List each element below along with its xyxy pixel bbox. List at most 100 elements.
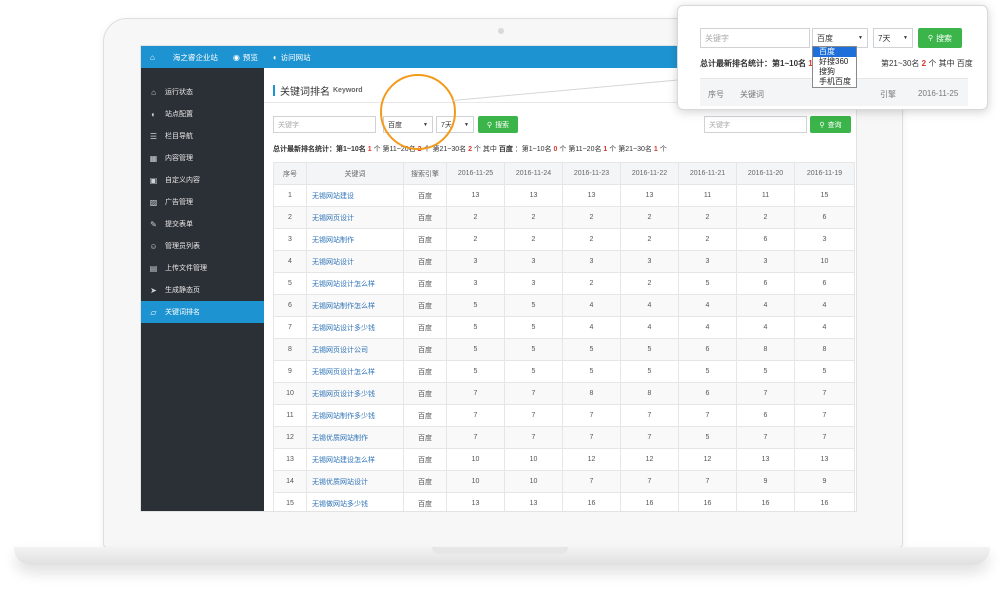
table-row: 5 无锡网站设计怎么样 百度 3 3 2 2 5 6 6 [273, 272, 855, 295]
table-cell: 3 [620, 250, 679, 273]
table-cell: 7 [446, 426, 505, 449]
keyword-link[interactable]: 无锡网页设计怎么样 [306, 360, 404, 383]
site-name-link[interactable]: 海之睿企业站 [173, 52, 218, 63]
stats-count: 2 [468, 146, 472, 153]
table-cell: 11 [678, 184, 737, 207]
table-cell: 7 [794, 404, 855, 427]
table-cell: 6 [678, 338, 737, 361]
popup-days-select[interactable]: 7天 ▼ [873, 28, 913, 48]
keyword-link[interactable]: 无锡网站设计怎么样 [306, 272, 404, 295]
table-cell: 1 [273, 184, 307, 207]
keyword-link[interactable]: 无锡网页设计公司 [306, 338, 404, 361]
keyword-link[interactable]: 无锡做网站多少钱 [306, 492, 404, 511]
sidebar-item[interactable]: ▤ 上传文件管理 [141, 257, 264, 279]
ranking-stats: 总计最新排名统计：第1~10名 1 个 第11~20名 2 个 第21~30名 … [273, 144, 667, 154]
search-icon: ⚲ [819, 121, 825, 129]
table-cell: 2 [562, 272, 621, 295]
table-row: 1 无锡网站建设 百度 13 13 13 13 11 11 15 [273, 184, 855, 207]
table-cell: 百度 [403, 294, 447, 317]
table-cell: 5 [446, 338, 505, 361]
sidebar-item[interactable]: ▣ 自定义内容 [141, 169, 264, 191]
popup-search-button[interactable]: ⚲ 搜索 [918, 28, 962, 48]
table-cell: 百度 [403, 228, 447, 251]
table-cell: 7 [446, 404, 505, 427]
keyword-link[interactable]: 无锡网页设计多少钱 [306, 382, 404, 405]
table-body: 1 无锡网站建设 百度 13 13 13 13 11 11 15 2 无锡网页设计 百度 2 2 2 2 2 2 6 3… [273, 184, 855, 511]
sidebar-item[interactable]: ▨ 广告管理 [141, 191, 264, 213]
table-row: 2 无锡网页设计 百度 2 2 2 2 2 2 6 [273, 206, 855, 229]
sidebar-item[interactable]: ▱ 关键词排名 [141, 301, 264, 323]
dropdown-option[interactable]: 搜狗 [813, 67, 856, 77]
popup-engine-value: 百度 [817, 33, 833, 43]
table-cell: 2 [446, 206, 505, 229]
search-button[interactable]: ⚲ 搜索 [478, 116, 518, 133]
keyword-link[interactable]: 无锡网站建设怎么样 [306, 448, 404, 471]
sidebar-item[interactable]: ☰ 栏目导航 [141, 125, 264, 147]
chevron-down-icon: ▼ [903, 35, 908, 41]
popup-stats-right: 第21~30名 [880, 59, 920, 68]
table-cell: 5 [562, 360, 621, 383]
stats-text: 个 其中 [473, 146, 497, 153]
sidebar-item[interactable]: ✎ 提交表单 [141, 213, 264, 235]
keyword-link[interactable]: 无锡网站制作 [306, 228, 404, 251]
table-cell: 9 [794, 470, 855, 493]
keyword-link[interactable]: 无锡优质网站设计 [306, 470, 404, 493]
table-cell: 2 [504, 228, 563, 251]
table-cell: 5 [504, 316, 563, 339]
table-cell: 12 [620, 448, 679, 471]
sidebar: ⌂ 运行状态 ◐ 站点配置 ☰ 栏目导航 ▦ 内容管理 ▣ 自定义内容 ▨ 广告管理 ✎ 提交表单 ☺ 管理员… [141, 68, 264, 511]
dropdown-option[interactable]: 百度 [813, 47, 856, 57]
home-icon: ⌂ [151, 87, 156, 97]
table-cell: 7 [504, 382, 563, 405]
keyword-link[interactable]: 无锡网站制作多少钱 [306, 404, 404, 427]
table-cell: 5 [678, 272, 737, 295]
sidebar-item[interactable]: ➤ 生成静态页 [141, 279, 264, 301]
sidebar-item[interactable]: ⌂ 运行状态 [141, 81, 264, 103]
sidebar-item[interactable]: ☺ 管理员列表 [141, 235, 264, 257]
table-cell: 4 [794, 294, 855, 317]
sidebar-item[interactable]: ◐ 站点配置 [141, 103, 264, 125]
visit-site-link[interactable]: ◐ 访问网站 [273, 52, 311, 63]
sidebar-item[interactable]: ▦ 内容管理 [141, 147, 264, 169]
stats-count: 0 [553, 146, 558, 153]
screen: ⌂ 海之睿企业站 ◉ 预览 ◐ 访问网站 ⌂ 运行状态 ◐ 站点配置 ☰ 栏目导航 ▦ 内容管… [140, 45, 857, 512]
table-cell: 10 [794, 250, 855, 273]
stats-text: 个 第11~20名 [559, 146, 602, 153]
keyword-link[interactable]: 无锡网站制作怎么样 [306, 294, 404, 317]
window-icon: ▣ [149, 175, 158, 185]
table-cell: 12 [562, 448, 621, 471]
keyword-link[interactable]: 无锡网站设计多少钱 [306, 316, 404, 339]
keyword-link[interactable]: 无锡网站建设 [306, 184, 404, 207]
table-cell: 百度 [403, 382, 447, 405]
dropdown-option[interactable]: 手机百度 [813, 77, 856, 87]
popup-engine-select[interactable]: 百度 ▼ [812, 28, 868, 48]
popup-header-keyword: 关键词 [740, 90, 764, 99]
table-cell: 7 [736, 382, 795, 405]
stats-count: 1 [603, 146, 608, 153]
table-row: 3 无锡网站制作 百度 2 2 2 2 2 6 3 [273, 228, 855, 251]
sidebar-item-label: 运行状态 [165, 89, 193, 96]
keyword-link[interactable]: 无锡网页设计 [306, 206, 404, 229]
table-cell: 6 [736, 272, 795, 295]
sidebar-item-label: 内容管理 [165, 155, 193, 162]
keyword-link[interactable]: 无锡网站设计 [306, 250, 404, 273]
query-input[interactable]: 关键字 [704, 116, 807, 133]
table-row: 7 无锡网站设计多少钱 百度 5 5 4 4 4 4 4 [273, 316, 855, 339]
keyword-input[interactable]: 关键字 [273, 116, 376, 133]
dropdown-option[interactable]: 好搜360 [813, 57, 856, 67]
table-cell: 5 [504, 294, 563, 317]
popup-stats-tail: 个 其中 百度 [928, 59, 973, 68]
preview-link[interactable]: ◉ 预览 [233, 52, 258, 63]
popup-keyword-input[interactable]: 关键字 [700, 28, 810, 48]
eye-icon: ◉ [232, 52, 240, 62]
users-icon: ☺ [149, 241, 158, 251]
table-cell: 7 [678, 404, 737, 427]
keyword-link[interactable]: 无锡优质网站制作 [306, 426, 404, 449]
table-cell: 4 [794, 316, 855, 339]
table-cell: 5 [504, 338, 563, 361]
table-cell: 3 [562, 250, 621, 273]
query-button[interactable]: ⚲ 查询 [810, 116, 851, 133]
table-cell: 4 [736, 294, 795, 317]
home-link[interactable]: ⌂ [150, 53, 158, 62]
column-header: 序号 [273, 162, 307, 185]
